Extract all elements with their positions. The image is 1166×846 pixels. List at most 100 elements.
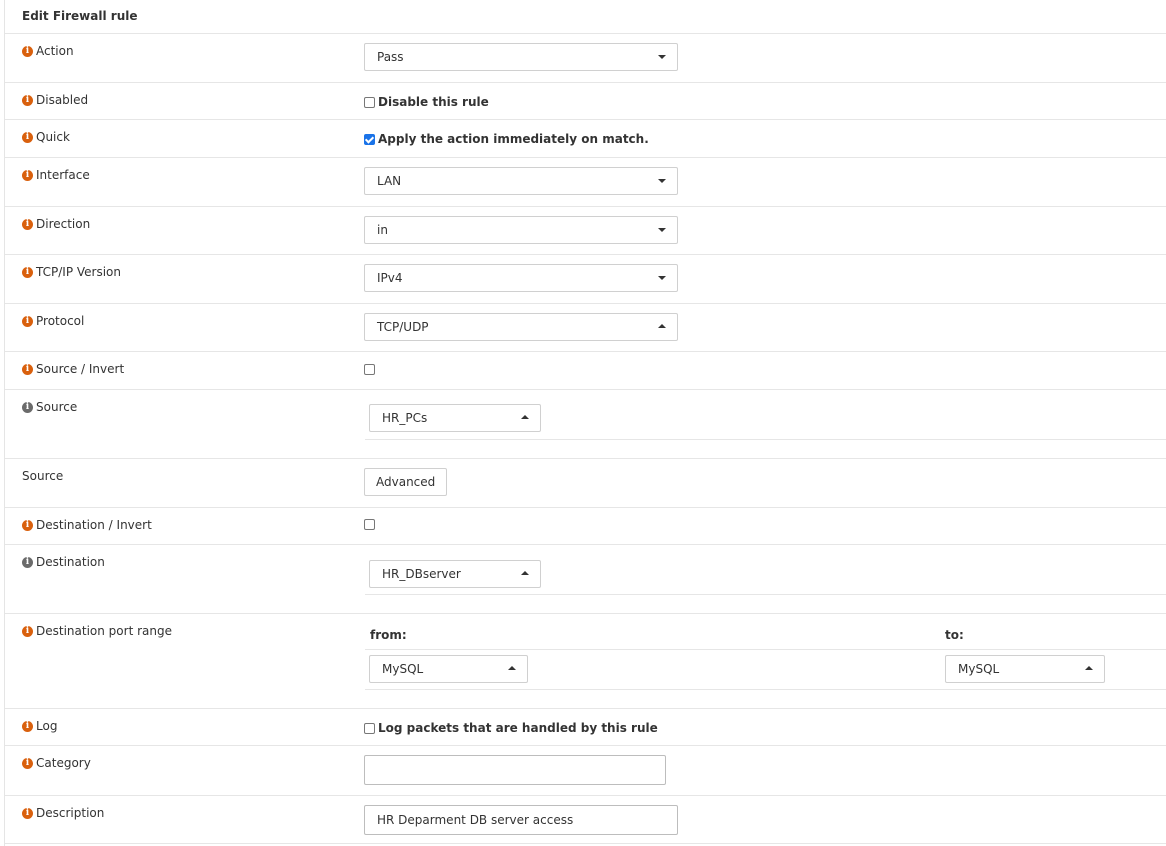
info-icon[interactable]: i (22, 218, 33, 230)
log-checkbox-text: Log packets that are handled by this rul… (378, 721, 658, 735)
action-select[interactable]: Pass (364, 43, 678, 71)
interface-label: i Interface (22, 168, 90, 182)
edit-firewall-rule-panel: Edit Firewall rule i Action Pass i Disab… (4, 0, 1166, 846)
advanced-button[interactable]: Advanced (364, 468, 448, 496)
direction-label: i Direction (22, 217, 90, 231)
disable-rule-checkbox[interactable]: Disable this rule (364, 95, 489, 109)
port-to-select[interactable]: MySQL (945, 655, 1105, 683)
source-select[interactable]: HR_PCs (369, 404, 541, 432)
divider (365, 594, 1166, 595)
checkbox-unchecked-icon[interactable] (364, 364, 375, 375)
category-input[interactable] (364, 755, 666, 785)
port-from-value: MySQL (382, 662, 424, 676)
description-label-text: Description (36, 806, 105, 820)
divider (5, 458, 1166, 459)
tcpip-select-value: IPv4 (377, 271, 403, 285)
info-icon[interactable]: i (22, 363, 33, 375)
source-invert-label: i Source / Invert (22, 362, 124, 376)
info-icon[interactable]: i (22, 131, 33, 143)
source-advanced-label-text: Source (22, 469, 64, 483)
checkbox-unchecked-icon[interactable] (364, 96, 375, 108)
destination-label-text: Destination (36, 555, 105, 569)
tcpip-label: i TCP/IP Version (22, 265, 121, 279)
divider (365, 689, 1166, 690)
source-select-value: HR_PCs (382, 411, 428, 425)
port-to-value: MySQL (958, 662, 1000, 676)
caret-down-icon (658, 228, 666, 232)
divider (5, 157, 1166, 158)
info-icon[interactable]: i (22, 720, 33, 732)
disabled-label-text: Disabled (36, 93, 89, 107)
interface-select-value: LAN (377, 174, 402, 188)
divider (5, 351, 1166, 352)
disable-rule-text: Disable this rule (378, 95, 489, 109)
description-label: i Description (22, 806, 104, 820)
source-advanced-label: Source (22, 469, 63, 483)
info-icon[interactable]: i (22, 625, 33, 637)
protocol-select[interactable]: TCP/UDP (364, 313, 678, 341)
info-icon[interactable]: i (22, 401, 33, 413)
quick-checkbox-text: Apply the action immediately on match. (378, 132, 649, 146)
info-icon[interactable]: i (22, 519, 33, 531)
log-checkbox[interactable]: Log packets that are handled by this rul… (364, 721, 658, 735)
protocol-select-value: TCP/UDP (377, 320, 429, 334)
info-icon[interactable]: i (22, 45, 33, 57)
info-icon[interactable]: i (22, 757, 33, 769)
destination-select-value: HR_DBserver (382, 567, 461, 581)
destination-invert-label: i Destination / Invert (22, 518, 152, 532)
interface-select[interactable]: LAN (364, 167, 678, 195)
info-icon[interactable]: i (22, 556, 33, 568)
source-label-text: Source (36, 400, 78, 414)
action-label: i Action (22, 44, 74, 58)
tcpip-select[interactable]: IPv4 (364, 264, 678, 292)
action-select-value: Pass (377, 50, 404, 64)
divider (5, 119, 1166, 120)
disabled-label: i Disabled (22, 93, 88, 107)
divider (5, 613, 1166, 614)
destination-select[interactable]: HR_DBserver (369, 560, 541, 588)
quick-label: i Quick (22, 130, 70, 144)
checkbox-checked-icon[interactable] (364, 133, 375, 145)
divider (5, 544, 1166, 545)
caret-up-icon (508, 666, 516, 670)
caret-up-icon (521, 415, 529, 419)
info-icon[interactable]: i (22, 266, 33, 278)
caret-down-icon (658, 179, 666, 183)
caret-down-icon (658, 55, 666, 59)
direction-label-text: Direction (36, 217, 91, 231)
divider (5, 82, 1166, 83)
divider (5, 795, 1166, 796)
direction-select[interactable]: in (364, 216, 678, 244)
quick-checkbox[interactable]: Apply the action immediately on match. (364, 132, 649, 146)
protocol-label-text: Protocol (36, 314, 85, 328)
source-invert-checkbox[interactable] (364, 364, 378, 375)
destination-port-label-text: Destination port range (36, 624, 172, 638)
destination-invert-checkbox[interactable] (364, 519, 378, 530)
checkbox-unchecked-icon[interactable] (364, 519, 375, 530)
divider (5, 389, 1166, 390)
divider (365, 439, 1166, 440)
action-label-text: Action (36, 44, 74, 58)
divider (5, 303, 1166, 304)
caret-up-icon (1085, 666, 1093, 670)
divider (5, 745, 1166, 746)
checkbox-unchecked-icon[interactable] (364, 722, 375, 734)
description-input[interactable]: HR Deparment DB server access (364, 805, 678, 835)
divider (5, 507, 1166, 508)
quick-label-text: Quick (36, 130, 70, 144)
protocol-label: i Protocol (22, 314, 84, 328)
source-label: i Source (22, 400, 77, 414)
port-from-select[interactable]: MySQL (369, 655, 528, 683)
category-label: i Category (22, 756, 91, 770)
destination-port-label: i Destination port range (22, 624, 172, 638)
port-from-label: from: (370, 628, 407, 642)
direction-select-value: in (377, 223, 388, 237)
info-icon[interactable]: i (22, 169, 33, 181)
divider (5, 843, 1166, 844)
caret-up-icon (658, 324, 666, 328)
divider (5, 206, 1166, 207)
info-icon[interactable]: i (22, 807, 33, 819)
info-icon[interactable]: i (22, 315, 33, 327)
info-icon[interactable]: i (22, 94, 33, 106)
category-label-text: Category (36, 756, 91, 770)
